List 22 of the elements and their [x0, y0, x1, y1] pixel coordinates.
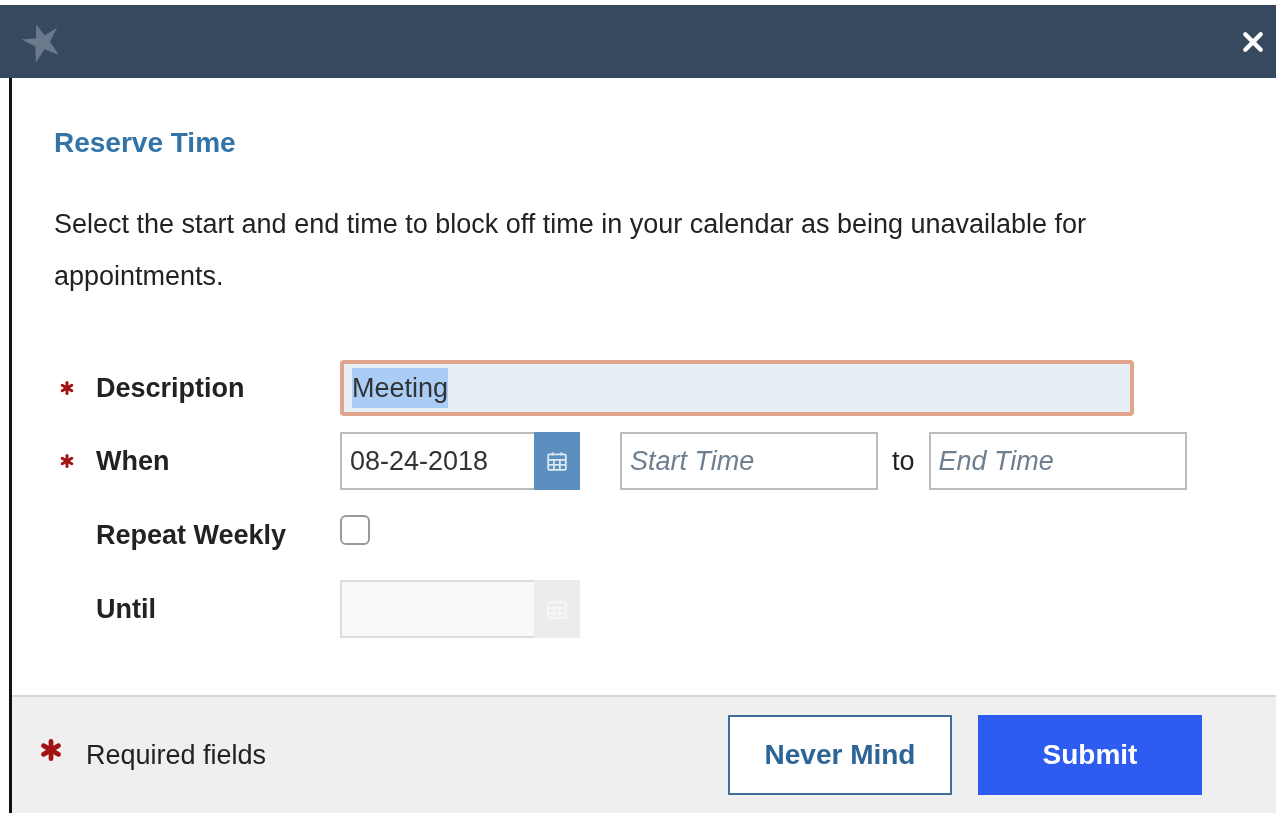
field-value: Meeting — [352, 367, 449, 409]
asterisk-icon — [40, 739, 62, 761]
description-field[interactable]: Meeting — [340, 360, 1134, 416]
required-asterisk-icon — [60, 381, 74, 395]
intro-paragraph: Select the start and end time to block off time in your calendar as being unavailable for appointments. — [54, 208, 1088, 293]
calendar-button[interactable] — [534, 432, 580, 490]
field-label: When — [96, 444, 170, 478]
repeat-checkbox[interactable] — [340, 515, 370, 545]
dialog-title: Reserve Time — [54, 126, 237, 160]
close-icon[interactable] — [1242, 30, 1264, 53]
required-legend: Required fields — [86, 734, 267, 776]
submit-button[interactable]: Submit — [978, 715, 1202, 795]
required-asterisk-icon — [60, 454, 74, 468]
field-label: Description — [96, 371, 245, 405]
cancel-button[interactable]: Never Mind — [728, 715, 952, 795]
start-time-field[interactable]: Start Time — [620, 432, 878, 490]
calendar-icon — [546, 450, 568, 472]
end-time-field[interactable]: End Time — [928, 432, 1187, 490]
field-label: Repeat Weekly — [96, 518, 287, 552]
field-label: Until — [96, 592, 156, 626]
field-value: 08-24-2018 — [350, 444, 489, 478]
range-separator: to — [892, 444, 915, 478]
